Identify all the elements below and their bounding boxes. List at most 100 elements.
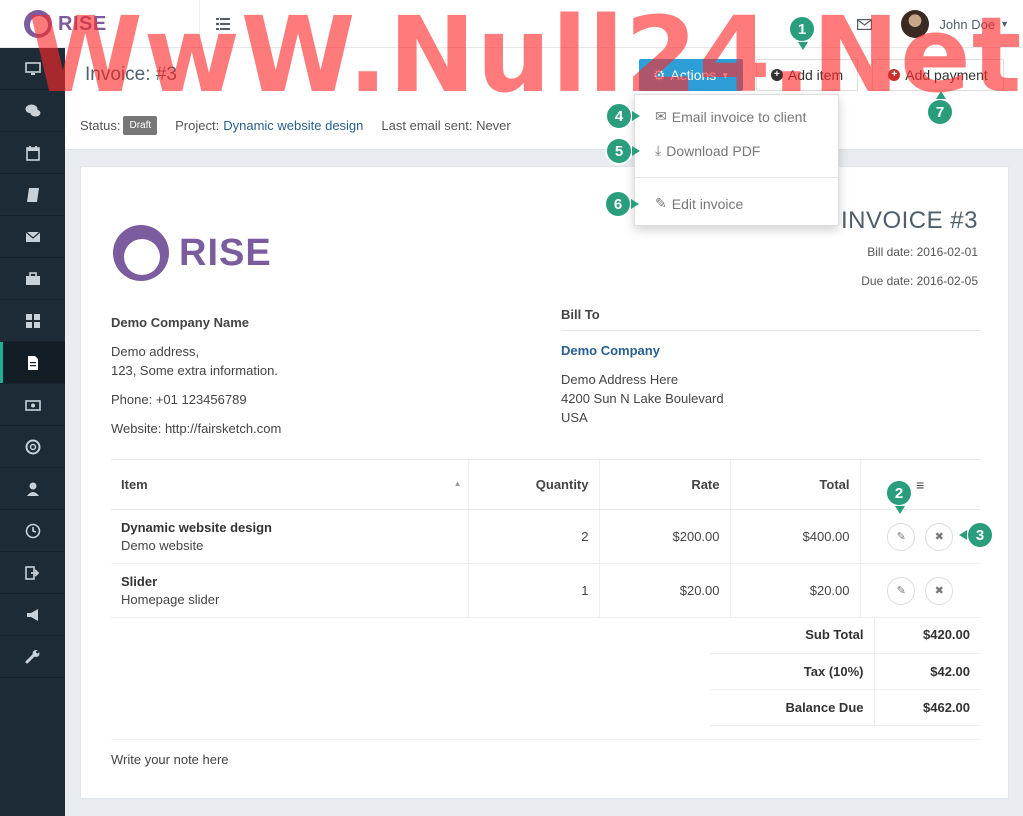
edit-item-button[interactable]: ✎ <box>887 522 916 551</box>
delete-item-button[interactable]: ✖ <box>925 576 954 605</box>
sort-asc-icon: ▲ <box>453 479 462 488</box>
add-payment-label: Add payment <box>905 67 988 83</box>
client-address-line-2: 4200 Sun N Lake Boulevard <box>561 391 724 406</box>
company-website: Website: http://fairsketch.com <box>111 421 282 436</box>
item-cell: Slider Homepage slider <box>111 563 468 618</box>
actions-dropdown-button[interactable]: ⚙ Actions ▼ <box>639 59 743 91</box>
client-name-link[interactable]: Demo Company <box>561 341 980 360</box>
step-marker-5: 5 <box>605 137 640 165</box>
sidebar-item-notes[interactable] <box>0 174 65 216</box>
wrench-icon <box>25 649 39 663</box>
subtotal-row: Sub Total $420.00 <box>710 617 980 654</box>
pencil-icon: ✎ <box>896 585 906 597</box>
edit-icon: ✎ <box>655 195 667 211</box>
invoice-meta: Status: Draft Project: Dynamic website d… <box>80 116 511 135</box>
avatar[interactable] <box>901 10 930 38</box>
invoice-note[interactable]: Write your note here <box>111 739 980 767</box>
tax-value: $42.00 <box>873 653 980 690</box>
company-address-line-1: Demo address, <box>111 344 200 359</box>
menu-item-edit-invoice[interactable]: ✎ Edit invoice <box>655 195 743 212</box>
status-label: Status: <box>80 118 121 133</box>
row-actions: ✎ ✖ <box>859 563 980 618</box>
rise-logo-icon <box>113 225 169 281</box>
invoice-preview: RISE INVOICE #3 Bill date: 2016-02-01 Du… <box>80 166 1009 799</box>
table-row: Slider Homepage slider 1 $20.00 $20.00 ✎… <box>111 563 980 618</box>
company-address-line-2: 123, Some extra information. <box>111 363 278 378</box>
quantity-cell: 1 <box>467 563 599 618</box>
step-marker-4: 4 <box>605 102 640 130</box>
bill-date: Bill date: 2016-02-01 <box>867 245 978 259</box>
sidebar-item-events[interactable] <box>0 132 65 174</box>
item-title: Slider <box>121 574 158 589</box>
menu-item-email-invoice[interactable]: ✉ Email invoice to client <box>655 108 806 125</box>
delete-item-button[interactable]: ✖ <box>925 522 954 551</box>
messages-envelope-icon[interactable] <box>849 9 879 39</box>
megaphone-icon <box>26 608 38 621</box>
step-marker-1: 1 <box>788 15 816 50</box>
gears-icon: ⚙ <box>652 66 666 83</box>
sidebar-item-support[interactable] <box>0 426 65 468</box>
item-description: Homepage slider <box>121 592 220 607</box>
bill-to-heading: Bill To <box>561 305 980 331</box>
close-icon: ✖ <box>934 531 944 543</box>
company-info: Demo Company Name Demo address, 123, Som… <box>111 313 281 438</box>
menu-item-label: Email invoice to client <box>671 108 807 125</box>
grid-icon <box>25 313 40 328</box>
client-country: USA <box>561 410 588 425</box>
sidebar-item-clients[interactable] <box>0 300 65 342</box>
sidebar-item-messages[interactable] <box>0 90 65 132</box>
edit-item-button[interactable]: ✎ <box>887 576 916 605</box>
top-bar: RISE John Doe ▼ <box>0 0 1023 48</box>
column-header-item[interactable]: Item ▲ <box>111 459 468 510</box>
envelope-icon: ✉ <box>655 108 667 124</box>
sidebar-item-announcements[interactable] <box>0 594 65 636</box>
item-cell: Dynamic website design Demo website <box>111 509 468 564</box>
column-header-quantity[interactable]: Quantity <box>467 459 599 510</box>
sidebar-item-settings[interactable] <box>0 636 65 678</box>
sidebar-item-team[interactable] <box>0 468 65 510</box>
menu-divider <box>635 177 838 178</box>
status-badge: Draft <box>123 116 158 135</box>
rise-logo-icon <box>24 10 52 38</box>
user-name[interactable]: John Doe <box>939 17 995 32</box>
sidebar-item-timesheets[interactable] <box>0 510 65 552</box>
sidebar-item-dashboard[interactable] <box>0 48 65 90</box>
last-email-sent: Last email sent: Never <box>381 118 511 133</box>
company-phone: Phone: +01 123456789 <box>111 392 247 407</box>
menu-item-download-pdf[interactable]: ⤓ Download PDF <box>655 142 760 159</box>
add-payment-button[interactable]: + Add payment <box>872 59 1004 91</box>
subtotal-value: $420.00 <box>873 617 980 654</box>
sidebar-item-payments[interactable] <box>0 384 65 426</box>
add-item-button[interactable]: + Add item <box>756 59 858 91</box>
sidebar-item-invoices[interactable] <box>0 342 65 384</box>
quantity-cell: 2 <box>467 509 599 564</box>
rate-cell: $200.00 <box>598 509 730 564</box>
balance-due-label: Balance Due <box>710 689 874 726</box>
brand-name: RISE <box>58 12 107 35</box>
sidebar-item-leave[interactable] <box>0 552 65 594</box>
chat-icon <box>25 104 40 116</box>
bill-to: Bill To Demo Company Demo Address Here 4… <box>561 305 980 427</box>
lifebuoy-icon <box>25 439 40 454</box>
sidebar <box>0 48 65 816</box>
brand-logo[interactable]: RISE <box>0 0 200 48</box>
item-title: Dynamic website design <box>121 520 272 535</box>
invoice-title: INVOICE #3 <box>840 207 978 234</box>
pencil-icon: ✎ <box>896 531 906 543</box>
column-header-total[interactable]: Total <box>729 459 860 510</box>
clock-icon <box>25 523 40 538</box>
actions-label: Actions <box>670 67 717 83</box>
sidebar-item-email[interactable] <box>0 216 65 258</box>
menu-toggle-icon[interactable] <box>213 14 233 34</box>
column-header-rate[interactable]: Rate <box>598 459 730 510</box>
page-header: Invoice: #3 ⚙ Actions ▼ + Add item + Add… <box>65 48 1023 150</box>
add-item-label: Add item <box>787 67 844 83</box>
project-link[interactable]: Dynamic website design <box>223 118 363 133</box>
download-icon: ⤓ <box>655 142 662 158</box>
chevron-down-icon[interactable]: ▼ <box>1000 19 1009 29</box>
total-cell: $20.00 <box>729 563 860 618</box>
client-address-line-1: Demo Address Here <box>561 372 679 387</box>
menu-item-label: Edit invoice <box>671 195 744 212</box>
sidebar-item-projects[interactable] <box>0 258 65 300</box>
project-label: Project: <box>175 118 220 133</box>
